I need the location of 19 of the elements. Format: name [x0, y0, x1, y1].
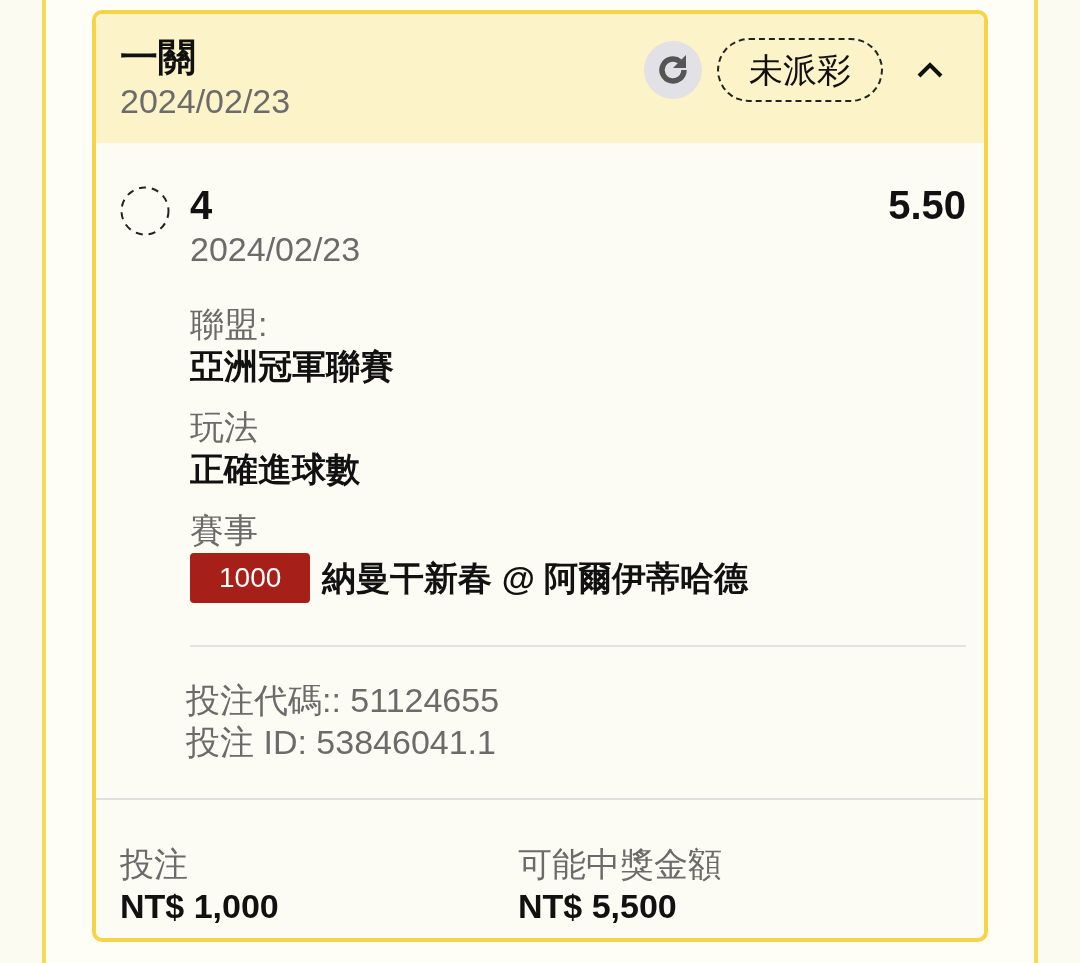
detail-label: 賽事 [190, 510, 258, 551]
summary-label: 可能中獎金額 [518, 844, 722, 885]
event-code-badge: 1000 [190, 553, 311, 603]
bet-reference: 投注 ID: 53846041.1 [186, 722, 496, 763]
match-date: 2024/02/23 [190, 229, 361, 270]
detail-value: 正確進球數 [190, 449, 360, 490]
summary-amount: NT$ 5,500 [518, 886, 677, 927]
bet-date: 2024/02/23 [120, 81, 291, 122]
status-badge: 未派彩 [717, 38, 883, 102]
detail-label: 聯盟: [190, 304, 268, 345]
detail-value: 亞洲冠軍聯賽 [190, 346, 394, 387]
detail-label: 玩法 [190, 407, 258, 448]
selection-name: 4 [190, 182, 213, 228]
bet-reference: 投注代碼:: 51124655 [186, 680, 500, 721]
match-name: 納曼干新春 @ 阿爾伊蒂哈德 [322, 558, 749, 599]
odds-value: 5.50 [888, 182, 966, 228]
bet-title: 一關 [120, 35, 196, 80]
summary-amount: NT$ 1,000 [120, 886, 279, 927]
summary-label: 投注 [120, 844, 188, 885]
